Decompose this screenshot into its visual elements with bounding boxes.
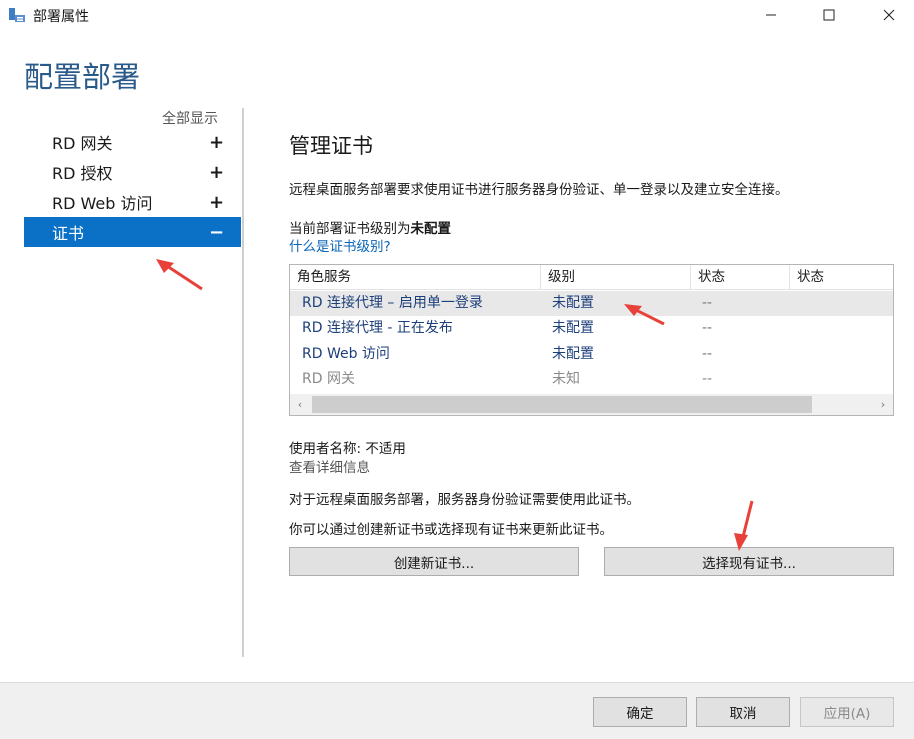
- window-title: 部署属性: [33, 9, 89, 25]
- section-title: 管理证书: [289, 134, 373, 158]
- title-bar: 部署属性: [0, 0, 914, 32]
- minimize-button[interactable]: [748, 0, 794, 30]
- cell-role: RD 连接代理 – 启用单一登录: [302, 295, 483, 311]
- table-row[interactable]: RD 连接代理 - 正在发布 未配置 --: [290, 316, 893, 341]
- column-header-status[interactable]: 状态: [691, 265, 790, 290]
- sidebar-divider: [242, 108, 244, 657]
- cell-status: --: [702, 295, 713, 311]
- sidebar-nav: RD 网关 + RD 授权 + RD Web 访问 + 证书 −: [24, 127, 241, 247]
- cell-status: --: [702, 371, 713, 387]
- column-header-level[interactable]: 级别: [541, 265, 691, 290]
- cell-role: RD 网关: [302, 371, 355, 387]
- certificate-level-text: 当前部署证书级别为未配置: [289, 217, 451, 237]
- apply-button[interactable]: 应用(A): [800, 697, 894, 727]
- column-header-status-2[interactable]: 状态: [790, 265, 893, 290]
- subject-name-text: 使用者名称: 不适用: [289, 441, 406, 457]
- cell-role: RD 连接代理 - 正在发布: [302, 320, 453, 336]
- annotation-arrow-icon: [624, 304, 665, 326]
- role-services-grid[interactable]: 角色服务 级别 状态 状态 RD 连接代理 – 启用单一登录 未配置 -- RD…: [289, 264, 894, 416]
- grid-header: 角色服务 级别 状态 状态: [290, 265, 893, 290]
- cell-level: 未配置: [552, 320, 594, 336]
- scroll-right-icon[interactable]: ›: [873, 394, 893, 415]
- collapse-icon: −: [209, 221, 225, 243]
- table-row[interactable]: RD 连接代理 – 启用单一登录 未配置 --: [290, 291, 893, 316]
- cell-role: RD Web 访问: [302, 346, 390, 362]
- close-button[interactable]: [866, 0, 912, 30]
- cell-level: 未知: [552, 371, 580, 387]
- create-new-certificate-button[interactable]: 创建新证书...: [289, 547, 579, 576]
- dialog-footer: 确定 取消 应用(A): [0, 682, 914, 739]
- level-value: 未配置: [410, 221, 452, 237]
- sidebar-item-certificates[interactable]: 证书 −: [24, 217, 241, 247]
- certificate-level-help-link[interactable]: 什么是证书级别?: [289, 235, 391, 255]
- expand-icon: +: [209, 191, 225, 213]
- sidebar-item-label: 证书: [52, 224, 85, 243]
- cell-level: 未配置: [552, 295, 594, 311]
- section-description: 远程桌面服务部署要求使用证书进行服务器身份验证、单一登录以及建立安全连接。: [289, 182, 789, 198]
- certificate-requirement-text: 对于远程桌面服务部署，服务器身份验证需要使用此证书。: [289, 492, 640, 508]
- page-heading: 配置部署: [24, 60, 141, 94]
- sidebar-item-rd-web-access[interactable]: RD Web 访问 +: [24, 187, 241, 217]
- cell-level: 未配置: [552, 346, 594, 362]
- app-icon: [9, 8, 25, 22]
- ok-button[interactable]: 确定: [593, 697, 687, 727]
- maximize-button[interactable]: [806, 0, 852, 30]
- cell-status: --: [702, 320, 713, 336]
- annotation-arrow-icon: [156, 259, 203, 291]
- sidebar-item-label: RD Web 访问: [52, 194, 153, 213]
- column-header-role[interactable]: 角色服务: [290, 265, 541, 290]
- expand-icon: +: [209, 161, 225, 183]
- sidebar-item-label: RD 授权: [52, 164, 113, 183]
- sidebar-item-rd-gateway[interactable]: RD 网关 +: [24, 127, 241, 157]
- scroll-left-icon[interactable]: ‹: [290, 394, 310, 415]
- maximize-icon: [823, 9, 835, 21]
- scrollbar-thumb[interactable]: [312, 396, 812, 413]
- sidebar-item-label: RD 网关: [52, 134, 113, 153]
- expand-icon: +: [209, 131, 225, 153]
- horizontal-scrollbar[interactable]: ‹ ›: [290, 394, 893, 415]
- annotation-arrow-icon: [734, 500, 754, 551]
- cancel-button[interactable]: 取消: [696, 697, 790, 727]
- cell-status: --: [702, 346, 713, 362]
- show-all-link[interactable]: 全部显示: [162, 108, 218, 128]
- minimize-icon: [766, 14, 776, 16]
- certificate-update-text: 你可以通过创建新证书或选择现有证书来更新此证书。: [289, 522, 613, 538]
- sidebar-item-rd-licensing[interactable]: RD 授权 +: [24, 157, 241, 187]
- table-row[interactable]: RD 网关 未知 --: [290, 367, 893, 392]
- table-row[interactable]: RD Web 访问 未配置 --: [290, 342, 893, 367]
- close-icon: [883, 9, 895, 21]
- view-details-link[interactable]: 查看详细信息: [289, 456, 370, 476]
